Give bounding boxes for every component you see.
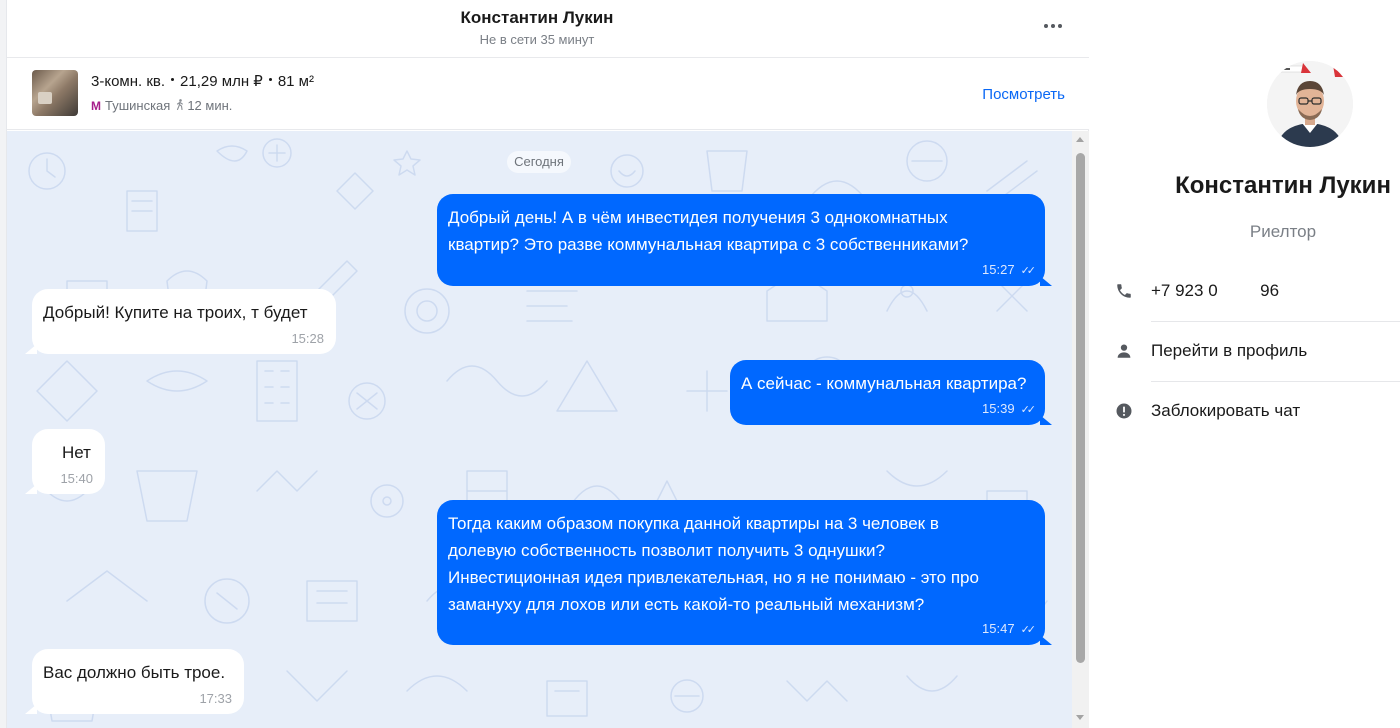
message-incoming[interactable]: Добрый! Купите на троих, т будет 15:28 <box>25 289 336 354</box>
message-outgoing[interactable]: Добрый день! А в чём инвестидея получени… <box>437 194 1052 286</box>
message-text-line: Вас должно быть трое. <box>43 663 226 682</box>
chat-contact-status: Не в сети 35 минут <box>479 32 595 47</box>
block-chat-button[interactable]: Заблокировать чат <box>1114 382 1400 440</box>
listing-title: 3-комн. кв. 21,29 млн ₽ 81 м² <box>91 72 314 90</box>
message-list[interactable]: Сегодня Добрый день! А в чём инвестидея … <box>7 131 1089 728</box>
message-time: 15:27 <box>982 262 1015 277</box>
message-scrollbar[interactable] <box>1072 131 1089 728</box>
scrollbar-thumb[interactable] <box>1076 153 1085 663</box>
listing-thumbnail[interactable] <box>32 70 78 116</box>
message-time: 15:47 <box>982 621 1015 636</box>
message-time: 15:28 <box>291 331 324 346</box>
separator-dot <box>268 77 272 81</box>
go-to-profile-label: Перейти в профиль <box>1151 341 1308 360</box>
double-check-icon: ✓✓ <box>1020 624 1037 636</box>
message-incoming[interactable]: Нет 15:40 <box>25 429 105 494</box>
metro-icon: М <box>91 99 101 113</box>
more-horizontal-icon <box>1044 24 1048 28</box>
more-dot <box>1051 24 1055 28</box>
walking-person-icon <box>176 98 184 113</box>
message-text-line: Инвестиционная идея привлекательная, но … <box>448 568 979 587</box>
view-listing-link[interactable]: Посмотреть <box>982 86 1065 103</box>
message-meta: 15:27 ✓✓ <box>982 262 1037 278</box>
message-text-line: Тогда каким образом покупка данной кварт… <box>448 514 939 533</box>
message-text-line: А сейчас - коммунальная квартира? <box>741 374 1027 393</box>
person-icon <box>1114 341 1134 361</box>
more-dot <box>1058 24 1062 28</box>
block-chat-label: Заблокировать чат <box>1151 401 1301 420</box>
window-edge <box>0 0 7 728</box>
walk-time: 12 мин. <box>187 98 233 113</box>
listing-card[interactable]: 3-комн. кв. 21,29 млн ₽ 81 м² М Тушинская 1… <box>7 58 1089 130</box>
contact-avatar[interactable] <box>1267 61 1353 147</box>
message-meta: 15:47 ✓✓ <box>982 621 1037 637</box>
go-to-profile-button[interactable]: Перейти в профиль <box>1114 322 1400 380</box>
listing-rooms: 3-комн. кв. <box>91 73 166 90</box>
scroll-up-arrow-icon[interactable] <box>1076 137 1084 142</box>
message-text-line: квартир? Это разве коммунальная квартира… <box>448 235 969 254</box>
message-time: 15:39 <box>982 401 1015 416</box>
listing-metro: М Тушинская 12 мин. <box>91 98 232 113</box>
message-text-line: долевую собственность позволит получить … <box>448 541 886 560</box>
contact-name: Константин Лукин <box>1175 172 1391 199</box>
message-time: 15:40 <box>60 471 93 486</box>
more-options-button[interactable] <box>1039 14 1067 38</box>
message-outgoing[interactable]: А сейчас - коммунальная квартира? 15:39 ✓… <box>730 360 1052 425</box>
message-text-line: Добрый день! А в чём инвестидея получени… <box>448 208 948 227</box>
contact-phone: +7 923 0 96 <box>1151 281 1280 300</box>
exclamation-circle-icon <box>1114 401 1134 421</box>
message-text-line: Добрый! Купите на троих, т будет <box>43 303 308 322</box>
chat-header: Константин Лукин Не в сети 35 минут <box>7 0 1089 58</box>
message-meta: 15:39 ✓✓ <box>982 401 1037 417</box>
contact-phone-row[interactable]: +7 923 0 96 <box>1114 262 1400 320</box>
phone-icon <box>1114 281 1134 301</box>
chat-pane: Константин Лукин Не в сети 35 минут 3-ко… <box>7 0 1089 728</box>
contact-side-panel: Константин Лукин Риелтор +7 923 0 96 Пер… <box>1090 0 1400 728</box>
date-separator: Сегодня <box>507 151 571 173</box>
message-incoming[interactable]: Вас должно быть трое. 17:33 <box>25 649 244 714</box>
separator-dot <box>171 77 175 81</box>
listing-area: 81 м² <box>277 73 314 90</box>
double-check-icon: ✓✓ <box>1020 265 1037 277</box>
message-text-line: Нет <box>62 443 91 462</box>
message-outgoing[interactable]: Тогда каким образом покупка данной кварт… <box>437 500 1052 645</box>
message-time: 17:33 <box>199 691 232 706</box>
metro-station: Тушинская <box>105 98 171 113</box>
contact-role: Риелтор <box>1249 222 1317 241</box>
avatar-photo <box>1267 61 1353 147</box>
double-check-icon: ✓✓ <box>1020 404 1037 416</box>
message-text-line: заманyху для лохов или есть какой-то реа… <box>448 595 925 614</box>
listing-price: 21,29 млн ₽ <box>180 73 263 90</box>
chat-contact-name: Константин Лукин <box>460 8 614 27</box>
scroll-down-arrow-icon[interactable] <box>1076 715 1084 720</box>
